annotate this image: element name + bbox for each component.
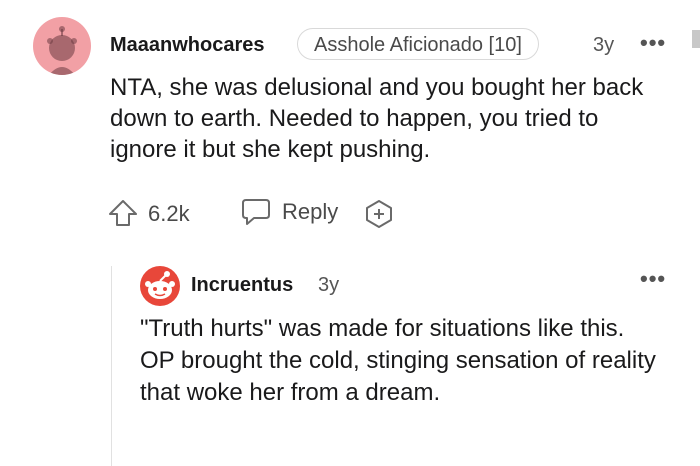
reply-more-options[interactable]: ••• (640, 266, 666, 292)
commenter-avatar[interactable] (33, 17, 91, 75)
reply-username[interactable]: Incruentus (191, 274, 293, 297)
reply-body: "Truth hurts" was made for situations li… (140, 315, 656, 406)
award-plus-icon[interactable] (364, 199, 394, 229)
reply-timestamp: 3y (318, 274, 340, 296)
thread-line[interactable] (111, 266, 112, 466)
speech-bubble-icon (242, 199, 270, 225)
comment-username[interactable]: Maaanwhocares (110, 34, 265, 57)
scrollbar-thumb[interactable] (692, 30, 700, 48)
vote-score: 6.2k (148, 201, 190, 226)
reply-avatar[interactable] (140, 266, 180, 306)
snoo-avatar-icon (145, 271, 175, 299)
comment-timestamp: 3y (593, 34, 615, 56)
snoo-avatar-icon (47, 26, 77, 75)
upvote-icon[interactable] (108, 199, 138, 227)
user-flair: Asshole Aficionado [10] (297, 28, 539, 60)
comment-body: NTA, she was delusional and you bought h… (110, 74, 644, 163)
reply-label: Reply (282, 199, 339, 224)
reply-button[interactable]: Reply (240, 196, 338, 228)
comment-more-options[interactable]: ••• (640, 30, 666, 56)
